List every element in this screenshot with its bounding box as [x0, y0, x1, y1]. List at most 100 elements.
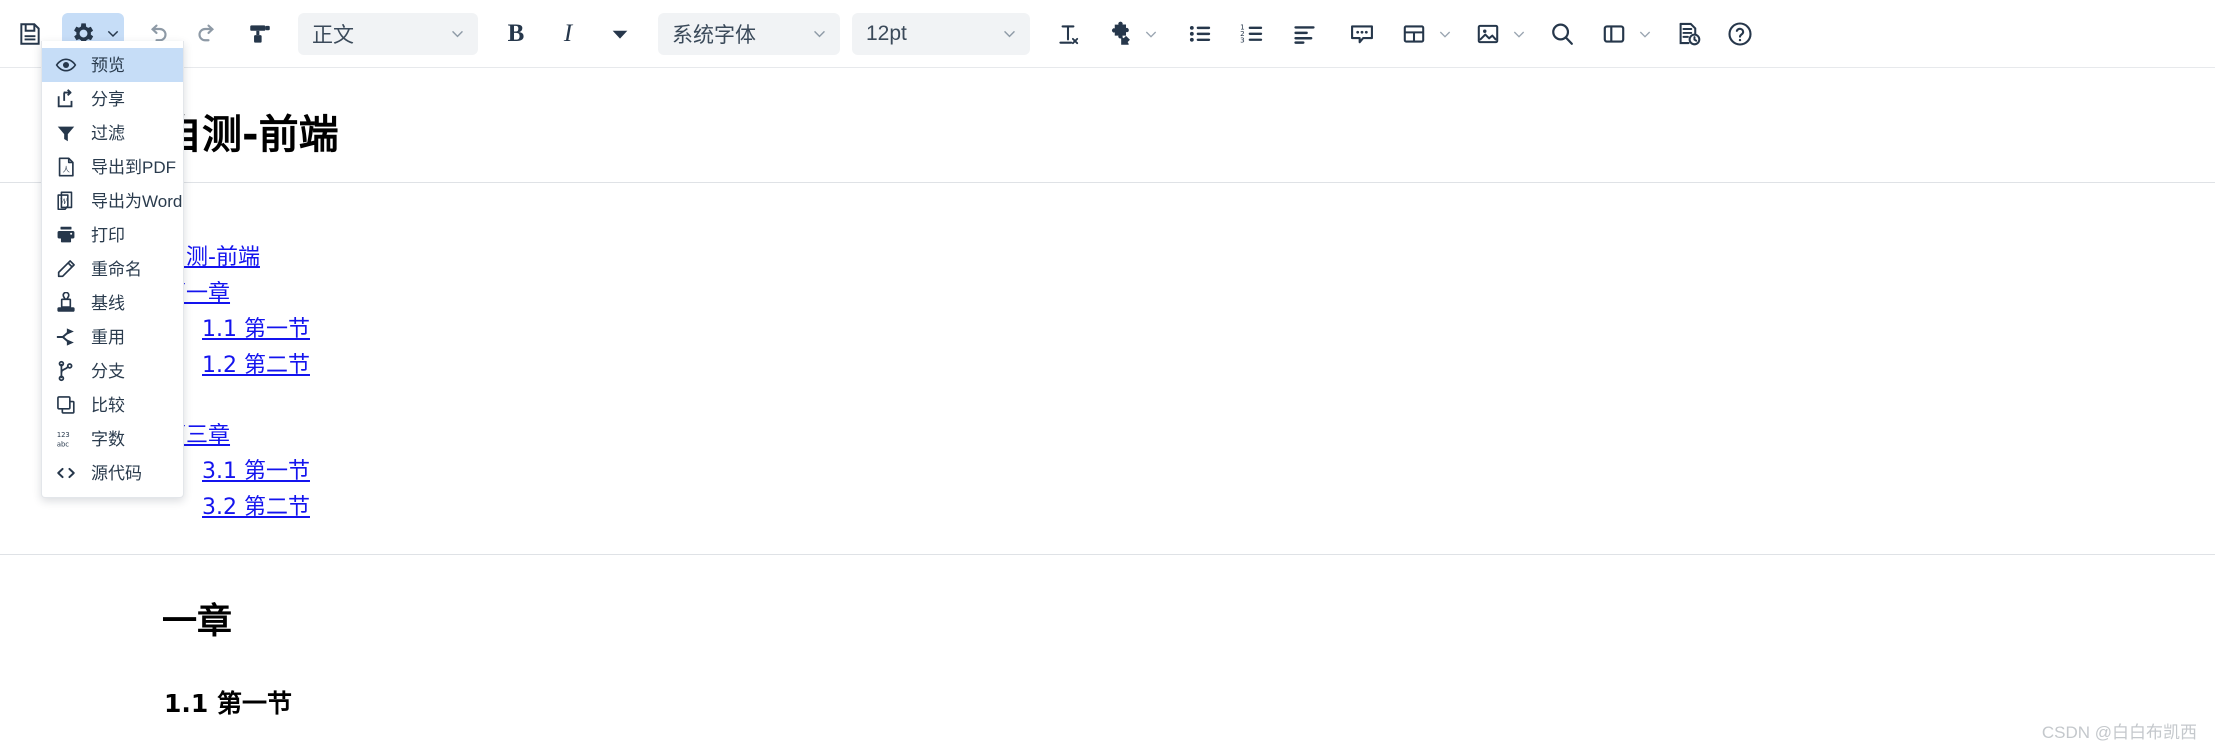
stamp-baseline-icon: [54, 292, 77, 315]
font-size-value: 12pt: [866, 21, 907, 45]
search-icon[interactable]: [1542, 13, 1582, 55]
source-code-icon: [54, 462, 77, 485]
bold-button[interactable]: B: [496, 13, 536, 55]
toc-divider: [0, 554, 2215, 555]
panel-layout-icon[interactable]: [1594, 13, 1634, 55]
chevron-down-icon: [1001, 25, 1018, 42]
pencil-rename-icon: [54, 258, 77, 281]
image-icon[interactable]: [1468, 13, 1508, 55]
toc-link[interactable]: 3.1 第一节: [202, 459, 310, 484]
menu-item-label: 重用: [91, 327, 125, 347]
menu-item-label: 分享: [91, 89, 125, 109]
export-word-icon: W: [54, 190, 77, 213]
toc-link[interactable]: 1.2 第二节: [202, 353, 310, 378]
format-painter-icon[interactable]: [240, 13, 280, 55]
menu-item-label: 字数: [91, 429, 125, 449]
table-icon[interactable]: [1394, 13, 1434, 55]
chevron-down-icon[interactable]: [1434, 13, 1456, 55]
table-menu-button[interactable]: [1394, 13, 1456, 55]
menu-item-label: 分支: [91, 361, 125, 381]
menu-item-share[interactable]: 分享: [42, 82, 183, 116]
more-format-icon[interactable]: [600, 13, 640, 55]
menu-item-label: 过滤: [91, 123, 125, 143]
menu-item-preview[interactable]: 预览: [42, 48, 183, 82]
menu-item-export-pdf[interactable]: 人 导出到PDF: [42, 150, 183, 184]
section-heading: 1.1 第一节: [164, 689, 292, 718]
toc-link[interactable]: 1.1 第一节: [202, 317, 310, 342]
redo-icon[interactable]: [188, 13, 228, 55]
title-divider: [0, 182, 2215, 183]
menu-item-word-count[interactable]: 123 abc 字数: [42, 422, 183, 456]
plugin-menu-button[interactable]: [1100, 13, 1162, 55]
help-icon[interactable]: [1720, 13, 1760, 55]
menu-item-compare[interactable]: 比较: [42, 388, 183, 422]
toc-item: 第三章: [164, 419, 2215, 455]
word-count-icon: 123 abc: [54, 428, 77, 451]
italic-button[interactable]: I: [548, 13, 588, 55]
clear-format-icon[interactable]: [1048, 13, 1088, 55]
doc-history-icon[interactable]: [1668, 13, 1708, 55]
chevron-down-icon: [811, 25, 828, 42]
font-family-select[interactable]: 系统字体: [658, 12, 840, 55]
plugin-puzzle-icon[interactable]: [1100, 13, 1140, 55]
menu-item-label: 重命名: [91, 259, 142, 279]
export-pdf-icon: 人: [54, 156, 77, 179]
menu-item-baseline[interactable]: 基线: [42, 286, 183, 320]
settings-dropdown-menu: 预览 分享 过滤 人 导出到PDF W 导出为Word 打印 重命名 基线 重用…: [41, 41, 184, 498]
menu-item-rename[interactable]: 重命名: [42, 252, 183, 286]
paragraph-style-select[interactable]: 正文: [298, 12, 478, 55]
menu-item-label: 源代码: [91, 463, 142, 483]
main-toolbar: 正文 B I 系统字体 12pt 1 2 3: [0, 0, 2215, 68]
menu-item-label: 打印: [91, 225, 125, 245]
numbered-list-icon[interactable]: 1 2 3: [1232, 13, 1272, 55]
svg-text:abc: abc: [56, 440, 68, 448]
bullet-list-icon[interactable]: [1180, 13, 1220, 55]
print-icon: [54, 224, 77, 247]
csdn-watermark: CSDN @白白布凯西: [2041, 723, 2197, 742]
menu-item-label: 导出为Word: [91, 191, 183, 211]
table-of-contents: 自测-前端 第一章 1.1 第一节 1.2 第二节 第三章 3.1 第一节 3.…: [164, 241, 2215, 527]
menu-item-label: 预览: [91, 55, 125, 75]
chevron-down-icon[interactable]: [1140, 13, 1162, 55]
toc-item: 第一章: [164, 277, 2215, 313]
menu-item-reuse[interactable]: 重用: [42, 320, 183, 354]
menu-item-label: 基线: [91, 293, 125, 313]
align-left-icon[interactable]: [1284, 13, 1324, 55]
svg-text:123: 123: [56, 431, 69, 439]
menu-item-branch[interactable]: 分支: [42, 354, 183, 388]
document-title: 自测-前端: [162, 112, 339, 158]
menu-item-label: 比较: [91, 395, 125, 415]
font-family-value: 系统字体: [672, 23, 756, 47]
branch-icon: [54, 360, 77, 383]
editor-window: 正文 B I 系统字体 12pt 1 2 3 自测-前端 自测-前端 第一章 1…: [0, 0, 2215, 753]
svg-text:3: 3: [1240, 36, 1245, 45]
panel-menu-button[interactable]: [1594, 13, 1656, 55]
share-icon: [54, 88, 77, 111]
comment-icon[interactable]: [1342, 13, 1382, 55]
chevron-down-icon[interactable]: [1508, 13, 1530, 55]
menu-item-print[interactable]: 打印: [42, 218, 183, 252]
toc-link[interactable]: 3.2 第二节: [202, 495, 310, 520]
compare-icon: [54, 394, 77, 417]
eye-icon: [54, 54, 77, 77]
menu-item-export-word[interactable]: W 导出为Word: [42, 184, 183, 218]
font-size-select[interactable]: 12pt: [852, 12, 1030, 55]
chevron-down-icon[interactable]: [1634, 13, 1656, 55]
chapter-heading: 一章: [162, 602, 233, 642]
svg-text:人: 人: [62, 165, 70, 174]
toc-item: 1.1 第一节: [164, 313, 2215, 349]
chevron-down-icon: [449, 25, 466, 42]
reuse-share-icon: [54, 326, 77, 349]
menu-item-filter[interactable]: 过滤: [42, 116, 183, 150]
toc-item: 1.2 第二节: [164, 349, 2215, 385]
paragraph-style-value: 正文: [312, 23, 354, 47]
toc-item: 3.2 第二节: [164, 491, 2215, 527]
filter-icon: [54, 122, 77, 145]
menu-item-label: 导出到PDF: [91, 157, 176, 177]
toc-item: 自测-前端: [164, 241, 2215, 277]
toc-spacer: [164, 385, 2215, 419]
menu-item-source-code[interactable]: 源代码: [42, 456, 183, 490]
document-canvas: 自测-前端 自测-前端 第一章 1.1 第一节 1.2 第二节 第三章 3.1 …: [0, 68, 2215, 753]
toc-item: 3.1 第一节: [164, 455, 2215, 491]
image-menu-button[interactable]: [1468, 13, 1530, 55]
